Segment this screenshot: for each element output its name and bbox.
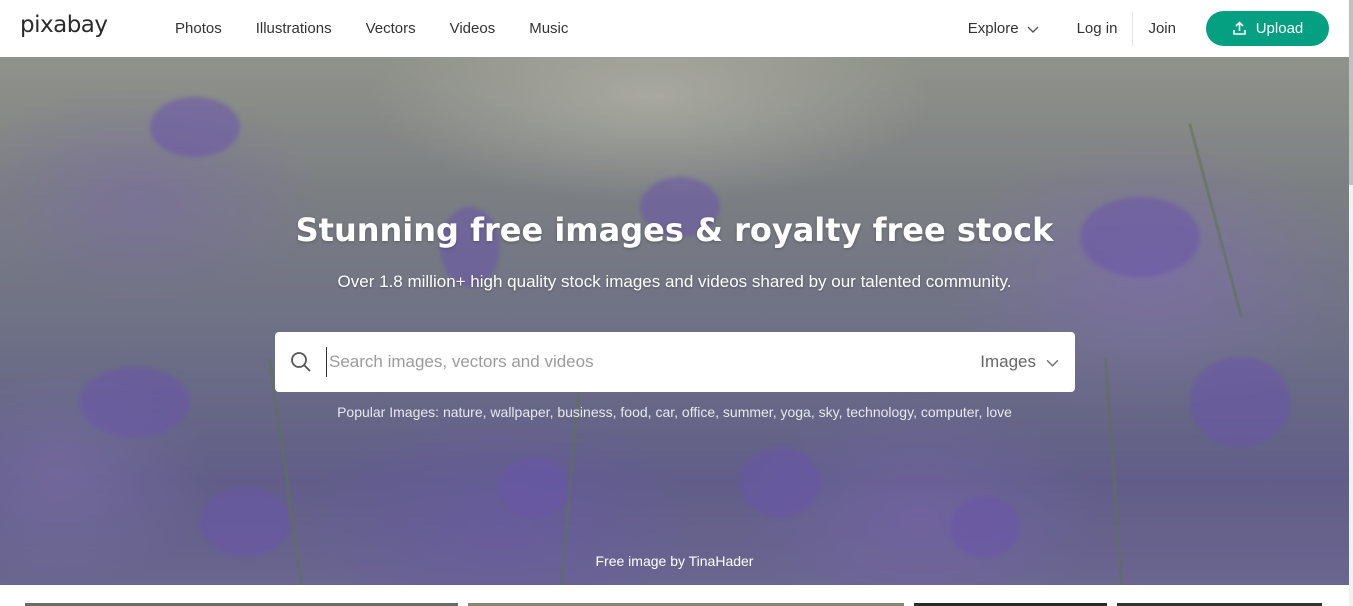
tag-link[interactable]: wallpaper: [490, 404, 549, 420]
tag-link[interactable]: computer: [921, 404, 979, 420]
nav-videos[interactable]: Videos: [450, 20, 496, 37]
nav-vectors[interactable]: Vectors: [366, 20, 416, 37]
tag-link[interactable]: business: [557, 404, 612, 420]
join-link[interactable]: Join: [1148, 20, 1176, 37]
search-icon[interactable]: [290, 351, 312, 373]
credit-prefix: Free image by: [595, 553, 685, 569]
image-grid-preview: [0, 585, 1349, 606]
explore-menu[interactable]: Explore: [968, 20, 1039, 37]
chevron-down-icon: [1046, 359, 1059, 367]
tag-link[interactable]: food: [620, 404, 647, 420]
top-header: pixabay Photos Illustrations Vectors Vid…: [0, 0, 1353, 57]
hero-subtitle: Over 1.8 million+ high quality stock ima…: [337, 272, 1012, 291]
login-link[interactable]: Log in: [1077, 11, 1134, 46]
account-nav: Explore Log in Join Upload: [968, 0, 1329, 57]
nav-photos[interactable]: Photos: [175, 20, 222, 37]
nav-illustrations[interactable]: Illustrations: [256, 20, 332, 37]
tag-link[interactable]: nature: [443, 404, 483, 420]
explore-label: Explore: [967, 20, 1019, 37]
upload-icon: [1232, 21, 1246, 35]
search-input[interactable]: [326, 347, 966, 377]
popular-tags: Popular Images: nature, wallpaper, busin…: [337, 404, 1012, 420]
chevron-down-icon: [1027, 26, 1039, 33]
image-credit: Free image by TinaHader: [0, 553, 1349, 569]
tag-link[interactable]: car: [655, 404, 674, 420]
tag-link[interactable]: technology: [846, 404, 913, 420]
page-scrollbar[interactable]: [1349, 0, 1353, 606]
tag-link[interactable]: summer: [723, 404, 773, 420]
media-type-select[interactable]: Images: [980, 332, 1059, 392]
hero-title: Stunning free images & royalty free stoc…: [295, 211, 1054, 249]
media-type-label: Images: [980, 352, 1036, 371]
popular-label: Popular Images:: [337, 404, 440, 420]
tag-link[interactable]: yoga: [780, 404, 810, 420]
credit-author-link[interactable]: TinaHader: [689, 553, 754, 569]
tag-link[interactable]: sky: [819, 404, 839, 420]
tag-link[interactable]: love: [986, 404, 1012, 420]
scrollbar-thumb[interactable]: [1349, 0, 1353, 185]
tag-link[interactable]: office: [682, 404, 715, 420]
search-bar: Images: [275, 332, 1075, 392]
nav-music[interactable]: Music: [529, 20, 568, 37]
hero-banner: Stunning free images & royalty free stoc…: [0, 57, 1349, 585]
hero-overlay: [0, 57, 1349, 585]
upload-label: Upload: [1255, 20, 1304, 37]
pixabay-logo[interactable]: pixabay: [20, 12, 108, 38]
main-nav: Photos Illustrations Vectors Videos Musi…: [175, 0, 602, 57]
upload-button[interactable]: Upload: [1206, 11, 1329, 46]
